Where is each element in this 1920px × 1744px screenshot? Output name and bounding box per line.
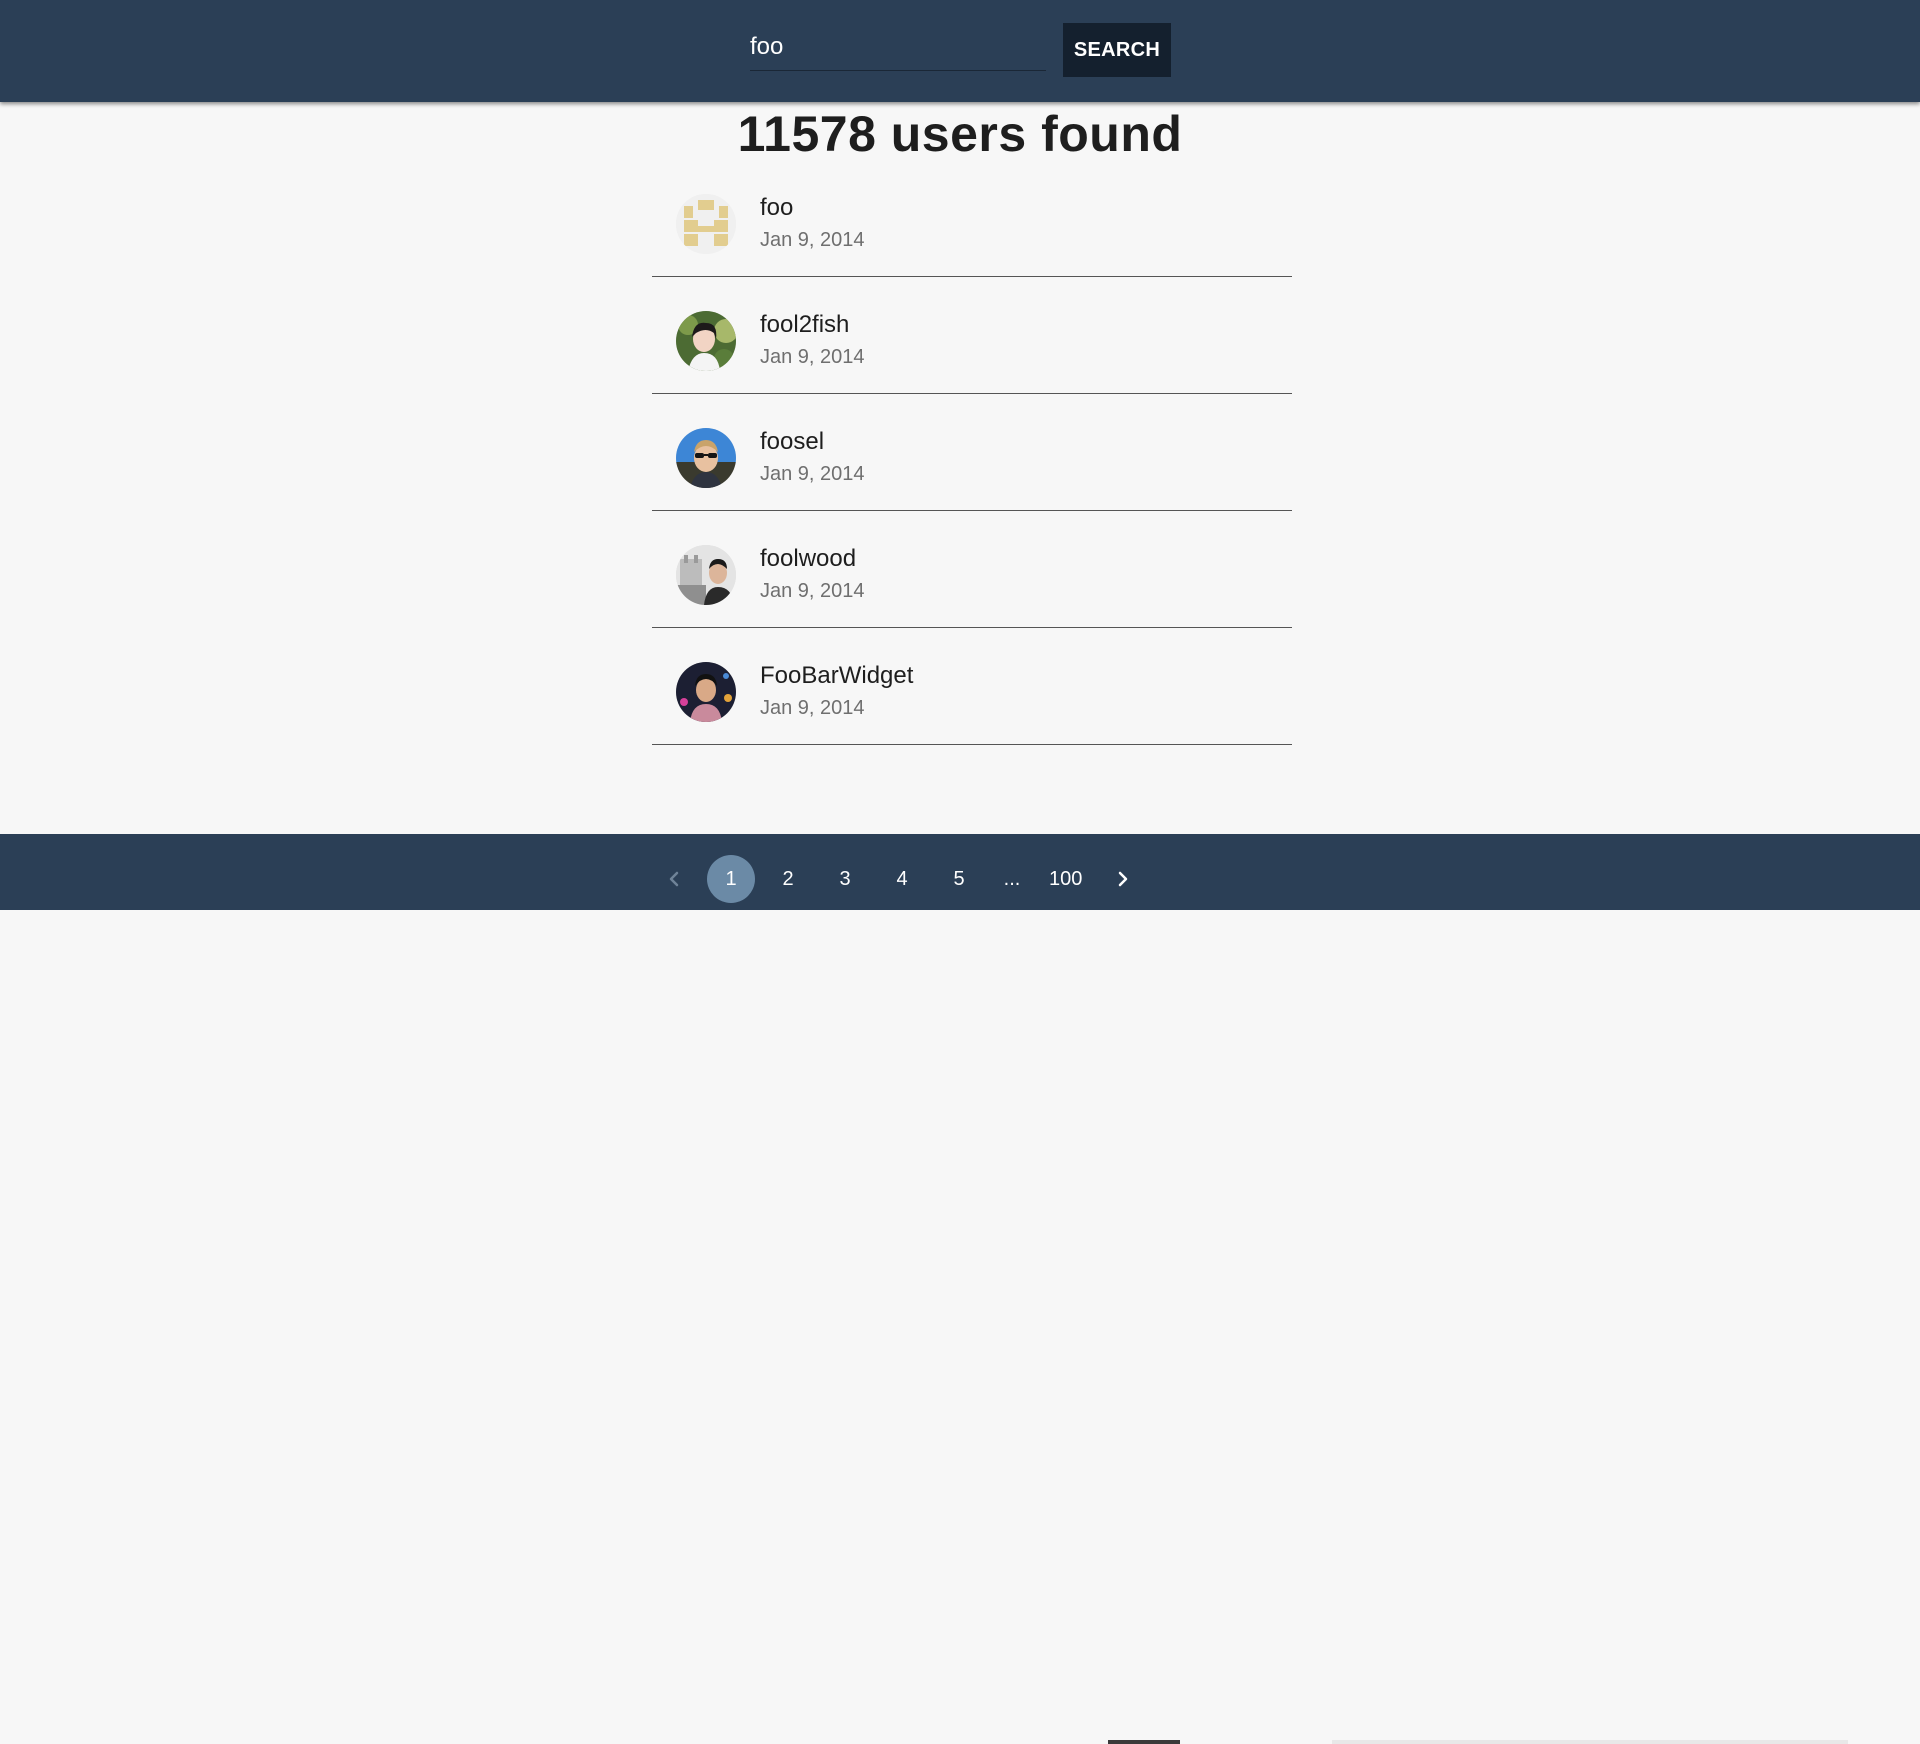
user-date: Jan 9, 2014 <box>760 346 865 368</box>
user-date: Jan 9, 2014 <box>760 580 865 602</box>
user-list: foo Jan 9, 2014 fool2fish Jan 9, 2014 fo… <box>652 160 1292 745</box>
top-bar: SEARCH <box>0 0 1920 102</box>
chevron-left-icon <box>669 871 679 887</box>
photo-avatar-image <box>676 428 736 488</box>
photo-avatar-image <box>676 311 736 371</box>
user-date: Jan 9, 2014 <box>760 463 865 485</box>
list-item[interactable]: foosel Jan 9, 2014 <box>652 394 1292 511</box>
results-count-title: 11578 users found <box>737 106 1183 162</box>
page-button-5[interactable]: 5 <box>935 855 983 903</box>
page-button-3[interactable]: 3 <box>821 855 869 903</box>
list-item[interactable]: foo Jan 9, 2014 <box>652 160 1292 277</box>
photo-avatar-image <box>676 545 736 605</box>
search-input[interactable] <box>750 26 1046 68</box>
chevron-right-icon <box>1119 871 1128 887</box>
bottom-strip <box>1332 1740 1848 1744</box>
pagination-ellipsis: ... <box>1003 867 1021 890</box>
user-date: Jan 9, 2014 <box>760 697 865 719</box>
photo-avatar-image <box>676 662 736 722</box>
list-item[interactable]: foolwood Jan 9, 2014 <box>652 511 1292 628</box>
user-name[interactable]: foo <box>760 194 793 222</box>
photo-avatar <box>676 662 736 722</box>
identicon-avatar <box>676 194 736 254</box>
user-name[interactable]: FooBarWidget <box>760 662 913 690</box>
search-field <box>750 26 1046 71</box>
search-button[interactable]: SEARCH <box>1063 23 1171 77</box>
page-button-2[interactable]: 2 <box>764 855 812 903</box>
page-button-4[interactable]: 4 <box>878 855 926 903</box>
user-name[interactable]: foolwood <box>760 545 856 573</box>
photo-avatar <box>676 311 736 371</box>
next-page-button[interactable] <box>1099 855 1147 903</box>
prev-page-button[interactable] <box>650 855 698 903</box>
user-date: Jan 9, 2014 <box>760 229 865 251</box>
user-name[interactable]: fool2fish <box>760 311 849 339</box>
photo-avatar <box>676 545 736 605</box>
pagination-bar: 1 2 3 4 5 ... 100 <box>0 834 1920 1744</box>
pagination: 1 2 3 4 5 ... 100 <box>650 855 1156 903</box>
list-item[interactable]: fool2fish Jan 9, 2014 <box>652 277 1292 394</box>
page-button-1[interactable]: 1 <box>707 855 755 903</box>
user-name[interactable]: foosel <box>760 428 824 456</box>
bottom-strip <box>1108 1740 1180 1744</box>
page-button-last[interactable]: 100 <box>1041 855 1090 903</box>
identicon-avatar-image <box>676 194 736 254</box>
list-item[interactable]: FooBarWidget Jan 9, 2014 <box>652 628 1292 745</box>
photo-avatar <box>676 428 736 488</box>
